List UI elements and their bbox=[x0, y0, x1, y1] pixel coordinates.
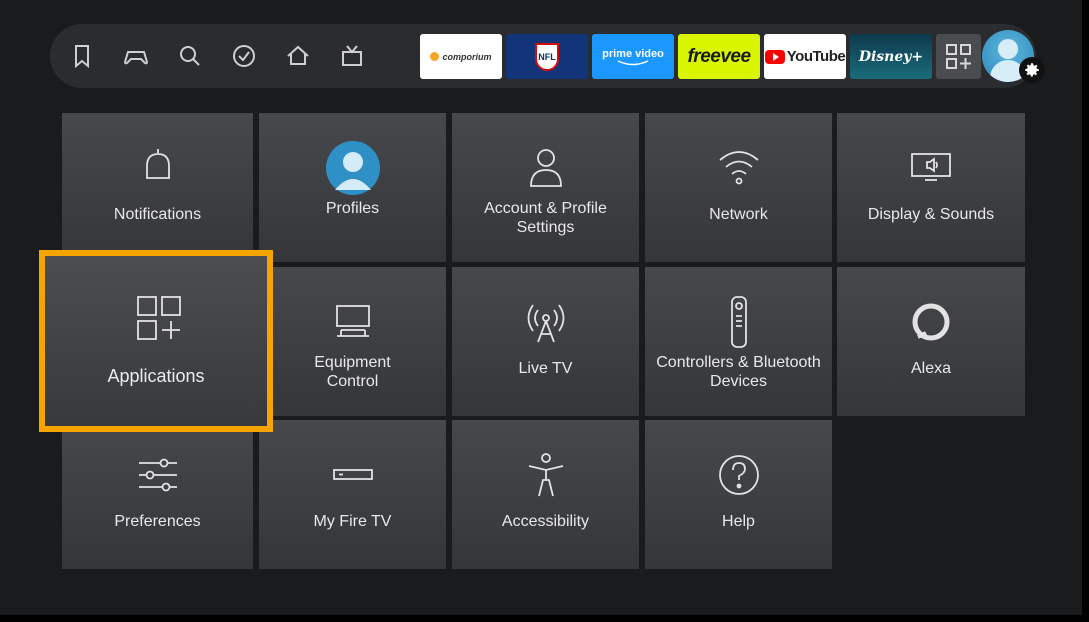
live-tv-icon[interactable] bbox=[338, 42, 366, 70]
freevee-label: freevee bbox=[687, 45, 751, 67]
settings-gear-icon[interactable] bbox=[1019, 57, 1045, 83]
tile-label-line2: Devices bbox=[710, 373, 767, 390]
tile-label: Account & Profile Settings bbox=[456, 199, 636, 237]
tile-network[interactable]: Network bbox=[645, 113, 832, 262]
tile-label: Help bbox=[722, 513, 755, 530]
apps-grid-icon bbox=[946, 44, 971, 69]
tile-label-line2: Settings bbox=[516, 219, 575, 236]
tile-label: Display & Sounds bbox=[867, 206, 995, 223]
tile-controllers-bluetooth[interactable]: Controllers & Bluetooth Devices bbox=[645, 267, 832, 416]
tile-accessibility[interactable]: Accessibility bbox=[452, 420, 639, 569]
bookmark-icon[interactable] bbox=[68, 42, 96, 70]
wifi-icon bbox=[718, 151, 759, 185]
tile-label: My Fire TV bbox=[313, 513, 392, 530]
tile-equipment-control[interactable]: Equipment Control bbox=[259, 267, 446, 416]
nfl-label: NFL bbox=[538, 51, 556, 62]
display-sound-icon bbox=[911, 153, 951, 181]
tile-label: Alexa bbox=[910, 360, 952, 377]
fire-tv-device-icon bbox=[332, 469, 373, 480]
comporium-logo-icon bbox=[430, 52, 440, 61]
app-tile-freevee[interactable]: freevee bbox=[678, 34, 760, 79]
tile-profiles[interactable]: Profiles bbox=[259, 113, 446, 262]
prime-smile-icon bbox=[617, 59, 649, 65]
antenna-icon bbox=[527, 304, 564, 343]
check-circle-icon[interactable] bbox=[230, 42, 258, 70]
bell-icon bbox=[145, 149, 170, 179]
tile-label: Accessibility bbox=[501, 513, 590, 530]
fire-tv-settings-screen: comporium NFL prime video freevee YouTub… bbox=[0, 0, 1082, 615]
tile-my-fire-tv[interactable]: My Fire TV bbox=[259, 420, 446, 569]
tv-equipment-icon bbox=[335, 305, 370, 337]
app-tile-prime-video[interactable]: prime video bbox=[592, 34, 674, 79]
tile-label: Network bbox=[709, 206, 768, 223]
comporium-label: comporium bbox=[442, 51, 492, 62]
tile-account-profile-settings[interactable]: Account & Profile Settings bbox=[452, 113, 639, 262]
tile-label-line1: Controllers & Bluetooth bbox=[656, 354, 821, 371]
tile-label: Live TV bbox=[518, 360, 573, 377]
search-icon[interactable] bbox=[176, 42, 204, 70]
tile-applications[interactable]: Applications bbox=[39, 250, 273, 432]
tile-live-tv[interactable]: Live TV bbox=[452, 267, 639, 416]
tile-label: Equipment Control bbox=[263, 353, 443, 391]
nfl-shield-icon: NFL bbox=[535, 42, 559, 71]
top-navigation-bar: comporium NFL prime video freevee YouTub… bbox=[50, 24, 1045, 88]
tile-label: Preferences bbox=[114, 513, 201, 530]
tile-alexa[interactable]: Alexa bbox=[837, 267, 1025, 416]
tile-label-line2: Control bbox=[326, 373, 379, 390]
youtube-label: YouTube bbox=[786, 48, 846, 65]
help-icon bbox=[718, 455, 759, 495]
tile-label: Profiles bbox=[325, 200, 380, 217]
accessibility-icon bbox=[528, 453, 563, 497]
remote-icon bbox=[730, 296, 747, 348]
app-tile-comporium[interactable]: comporium bbox=[420, 34, 502, 79]
gamepad-icon[interactable] bbox=[122, 42, 150, 70]
tile-notifications[interactable]: Notifications bbox=[62, 113, 253, 262]
app-tile-disney-plus[interactable]: Disney+ bbox=[850, 34, 932, 79]
tile-label-line1: Account & Profile bbox=[484, 200, 607, 217]
tile-preferences[interactable]: Preferences bbox=[62, 420, 253, 569]
tile-label: Applications bbox=[107, 366, 205, 386]
home-icon[interactable] bbox=[284, 42, 312, 70]
app-tile-nfl[interactable]: NFL bbox=[506, 34, 588, 79]
person-icon bbox=[529, 149, 562, 187]
app-tile-youtube[interactable]: YouTube bbox=[764, 34, 846, 79]
tile-label: Controllers & Bluetooth Devices bbox=[649, 353, 829, 391]
sliders-icon bbox=[138, 458, 177, 492]
youtube-play-icon bbox=[764, 49, 785, 64]
tile-label-line1: Equipment bbox=[314, 354, 391, 371]
tile-label: Notifications bbox=[113, 206, 202, 223]
prime-video-label: prime video bbox=[602, 47, 664, 60]
disney-plus-label: Disney+ bbox=[858, 48, 924, 65]
tile-display-sounds[interactable]: Display & Sounds bbox=[837, 113, 1025, 262]
apps-grid-icon bbox=[137, 296, 181, 345]
all-apps-button[interactable] bbox=[936, 34, 981, 79]
tile-help[interactable]: Help bbox=[645, 420, 832, 569]
profile-icon bbox=[325, 141, 380, 195]
alexa-icon bbox=[912, 303, 950, 341]
